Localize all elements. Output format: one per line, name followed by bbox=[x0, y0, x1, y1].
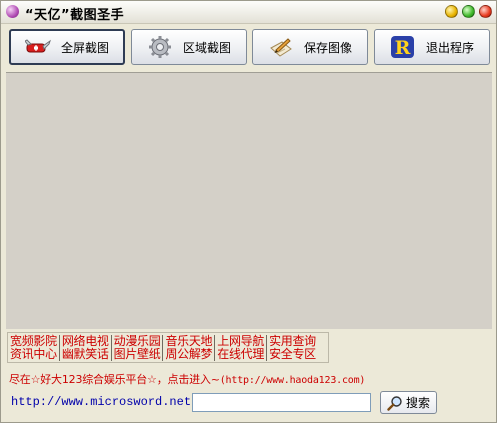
link-item[interactable]: 图片壁纸 bbox=[114, 348, 164, 361]
r-logo-icon: R bbox=[390, 36, 414, 59]
links-row-2: 资讯中心 幽默笑话 图片壁纸 周公解梦 在线代理 安全专区 bbox=[10, 348, 318, 361]
link-item[interactable]: 周公解梦 bbox=[165, 348, 216, 361]
gear-icon bbox=[148, 36, 171, 58]
site-url-link[interactable]: http://www.microsword.net bbox=[11, 395, 191, 409]
link-item[interactable]: 安全专区 bbox=[269, 348, 318, 361]
region-capture-label: 区域截图 bbox=[182, 40, 231, 55]
maximize-button[interactable] bbox=[462, 5, 475, 18]
link-item[interactable]: 幽默笑话 bbox=[62, 348, 112, 361]
links-panel: 宽频影院 网络电视 动漫乐园 音乐天地 上网导航 实用查询 资讯中心 幽默笑话 … bbox=[7, 332, 329, 363]
close-button[interactable] bbox=[479, 5, 492, 18]
pocketknife-icon bbox=[24, 39, 51, 53]
window-title: “天亿”截图圣手 bbox=[25, 8, 125, 23]
exit-program-label: 退出程序 bbox=[425, 40, 474, 55]
capture-preview-area[interactable] bbox=[6, 72, 492, 329]
fullscreen-capture-button[interactable]: 全屏截图 bbox=[9, 29, 125, 65]
promo-url: (http://www.haoda123.com) bbox=[219, 375, 366, 386]
link-item[interactable]: 在线代理 bbox=[217, 348, 268, 361]
app-icon bbox=[6, 5, 19, 18]
save-image-button[interactable]: 保存图像 bbox=[252, 29, 368, 65]
exit-program-button[interactable]: R 退出程序 bbox=[374, 29, 490, 65]
promo-text: 尽在☆好大123综合娱乐平台☆，点击进入~ bbox=[9, 373, 220, 386]
title-bar[interactable]: “天亿”截图圣手 bbox=[1, 1, 496, 24]
pen-paper-icon bbox=[270, 38, 292, 57]
app-window: “天亿”截图圣手 全屏截图 区域截图 保存图像 R 退出程序 宽频影院 网络电视… bbox=[0, 0, 497, 423]
fullscreen-capture-label: 全屏截图 bbox=[60, 40, 109, 55]
link-item[interactable]: 资讯中心 bbox=[10, 348, 60, 361]
region-capture-button[interactable]: 区域截图 bbox=[131, 29, 247, 65]
search-input[interactable] bbox=[192, 393, 371, 412]
search-button[interactable]: 搜索 bbox=[380, 391, 437, 414]
svg-text:R: R bbox=[395, 37, 411, 59]
toolbar: 全屏截图 区域截图 保存图像 R 退出程序 bbox=[1, 27, 496, 71]
minimize-button[interactable] bbox=[445, 5, 458, 18]
promo-link[interactable]: 尽在☆好大123综合娱乐平台☆，点击进入~(http://www.haoda12… bbox=[9, 371, 365, 387]
save-image-label: 保存图像 bbox=[303, 40, 352, 55]
search-button-label: 搜索 bbox=[405, 396, 430, 410]
search-icon bbox=[387, 395, 402, 411]
